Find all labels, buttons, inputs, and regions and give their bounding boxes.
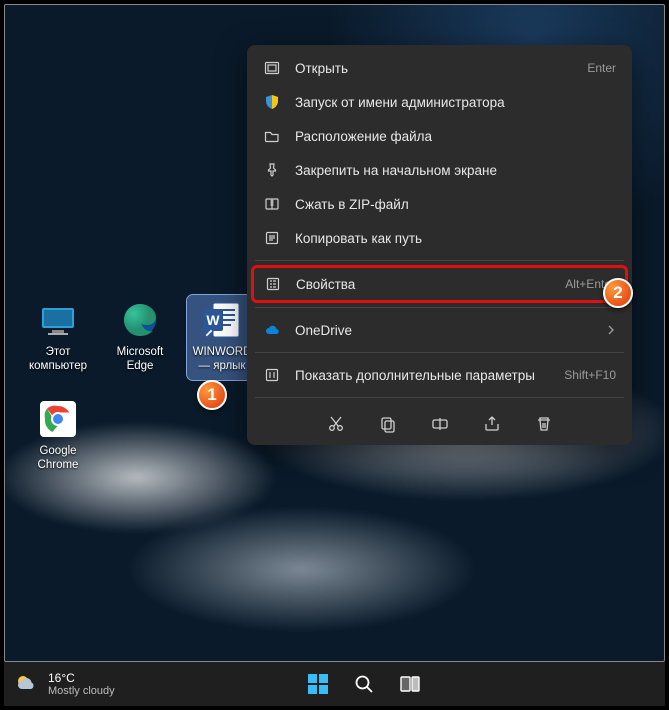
menu-item-open[interactable]: Открыть Enter: [253, 51, 626, 85]
menu-item-run-as-admin[interactable]: Запуск от имени администратора: [253, 85, 626, 119]
weather-desc: Mostly cloudy: [48, 685, 115, 697]
taskbar-weather-widget[interactable]: 16°C Mostly cloudy: [14, 671, 115, 697]
menu-item-label: Свойства: [296, 277, 551, 292]
folder-icon: [263, 127, 281, 145]
context-menu: Открыть Enter Запуск от имени администра…: [247, 45, 632, 445]
menu-item-label: Запуск от имени администратора: [295, 95, 616, 110]
taskbar[interactable]: 16°C Mostly cloudy: [4, 662, 665, 706]
callout-badge-1: 1: [197, 380, 227, 410]
menu-item-label: Показать дополнительные параметры: [295, 368, 550, 383]
share-button[interactable]: [481, 413, 503, 435]
taskbar-center: [305, 671, 423, 697]
desktop-icon-label: Google Chrome: [38, 444, 79, 473]
open-icon: [263, 59, 281, 77]
menu-item-properties[interactable]: Свойства Alt+Enter: [251, 265, 628, 303]
menu-item-copy-as-path[interactable]: Копировать как путь: [253, 221, 626, 255]
pc-icon: [37, 299, 79, 341]
menu-separator: [255, 352, 624, 353]
task-view-button[interactable]: [397, 671, 423, 697]
delete-button[interactable]: [533, 413, 555, 435]
desktop-wallpaper[interactable]: Этот компьютер Google Chrome Microsoft E…: [4, 4, 665, 662]
menu-item-label: Копировать как путь: [295, 231, 616, 246]
menu-item-label: Открыть: [295, 61, 573, 76]
desktop-icon-label: WINWORD — ярлык: [193, 345, 252, 374]
menu-separator: [255, 260, 624, 261]
menu-item-show-more-options[interactable]: Показать дополнительные параметры Shift+…: [253, 358, 626, 392]
cloud-icon: [263, 321, 281, 339]
weather-icon: [14, 671, 40, 697]
menu-item-shortcut: Shift+F10: [564, 368, 616, 382]
copy-button[interactable]: [377, 413, 399, 435]
desktop-icon-chrome[interactable]: Google Chrome: [23, 394, 93, 479]
menu-item-file-location[interactable]: Расположение файла: [253, 119, 626, 153]
chrome-icon: [37, 398, 79, 440]
callout-label: 1: [207, 385, 216, 405]
menu-action-row: [253, 403, 626, 439]
menu-item-label: Расположение файла: [295, 129, 616, 144]
word-icon: W: [201, 299, 243, 341]
desktop-icon-label: Этот компьютер: [29, 345, 87, 374]
menu-item-label: OneDrive: [295, 323, 592, 338]
zip-icon: [263, 195, 281, 213]
menu-item-label: Сжать в ZIP-файл: [295, 197, 616, 212]
copy-path-icon: [263, 229, 281, 247]
desktop-icon-label: Microsoft Edge: [117, 345, 164, 374]
chevron-right-icon: [606, 325, 616, 335]
desktop-icon-this-pc[interactable]: Этот компьютер: [23, 295, 93, 380]
menu-item-label: Закрепить на начальном экране: [295, 163, 616, 178]
properties-icon: [264, 275, 282, 293]
weather-temp: 16°C: [48, 671, 115, 685]
start-button[interactable]: [305, 671, 331, 697]
edge-icon: [119, 299, 161, 341]
callout-badge-2: 2: [603, 278, 633, 308]
rename-button[interactable]: [429, 413, 451, 435]
desktop-icon-edge[interactable]: Microsoft Edge: [105, 295, 175, 380]
menu-item-pin-to-start[interactable]: Закрепить на начальном экране: [253, 153, 626, 187]
callout-label: 2: [613, 283, 622, 303]
more-icon: [263, 366, 281, 384]
svg-text:W: W: [206, 312, 220, 328]
menu-separator: [255, 307, 624, 308]
menu-item-compress-zip[interactable]: Сжать в ZIP-файл: [253, 187, 626, 221]
menu-item-shortcut: Enter: [587, 61, 616, 75]
cut-button[interactable]: [325, 413, 347, 435]
menu-separator: [255, 397, 624, 398]
pin-icon: [263, 161, 281, 179]
menu-item-onedrive[interactable]: OneDrive: [253, 313, 626, 347]
shield-icon: [263, 93, 281, 111]
search-button[interactable]: [351, 671, 377, 697]
